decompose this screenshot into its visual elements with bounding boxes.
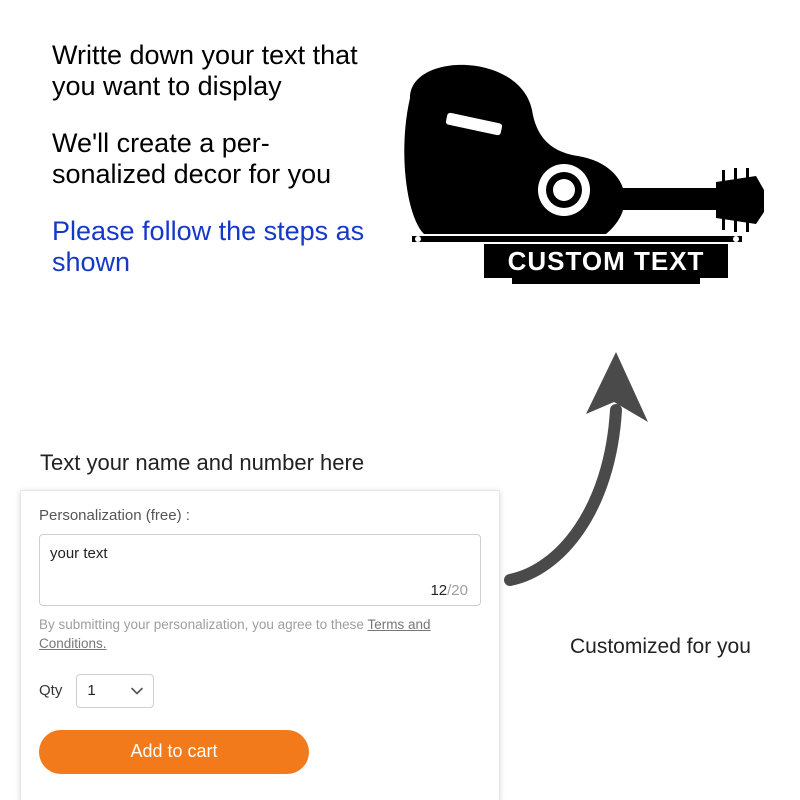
personalization-textbox[interactable]: 12/20 xyxy=(39,534,481,606)
char-count: 12 xyxy=(430,582,447,599)
qty-label: Qty xyxy=(39,682,62,699)
product-preview: CUSTOM TEXT xyxy=(400,60,770,320)
disclaimer-prefix: By submitting your personalization, you … xyxy=(39,617,367,632)
personalization-panel: Personalization (free) : 12/20 By submit… xyxy=(20,490,500,800)
personalization-label: Personalization (free) : xyxy=(39,507,481,524)
instruction-line-1: Writte down your text that you want to d… xyxy=(52,40,372,102)
qty-select[interactable]: 1 xyxy=(76,674,154,708)
char-counter: 12/20 xyxy=(430,582,468,599)
guitar-decor-icon: CUSTOM TEXT xyxy=(400,60,770,320)
instruction-line-3: Please follow the steps as shown xyxy=(52,216,372,278)
output-caption: Customized for you xyxy=(570,635,751,659)
input-caption: Text your name and number here xyxy=(40,450,364,476)
add-to-cart-button[interactable]: Add to cart xyxy=(39,730,309,774)
custom-text-label: CUSTOM TEXT xyxy=(508,246,705,276)
disclaimer-text: By submitting your personalization, you … xyxy=(39,616,481,654)
personalization-input[interactable] xyxy=(50,545,470,562)
instruction-text: Writte down your text that you want to d… xyxy=(52,40,372,304)
qty-value: 1 xyxy=(87,682,95,699)
char-max: /20 xyxy=(447,582,468,599)
arrow-icon xyxy=(490,340,680,590)
qty-row: Qty 1 xyxy=(39,674,481,708)
instruction-line-2: We'll create a per­sonalized decor for y… xyxy=(52,128,372,190)
chevron-down-icon xyxy=(131,687,143,695)
